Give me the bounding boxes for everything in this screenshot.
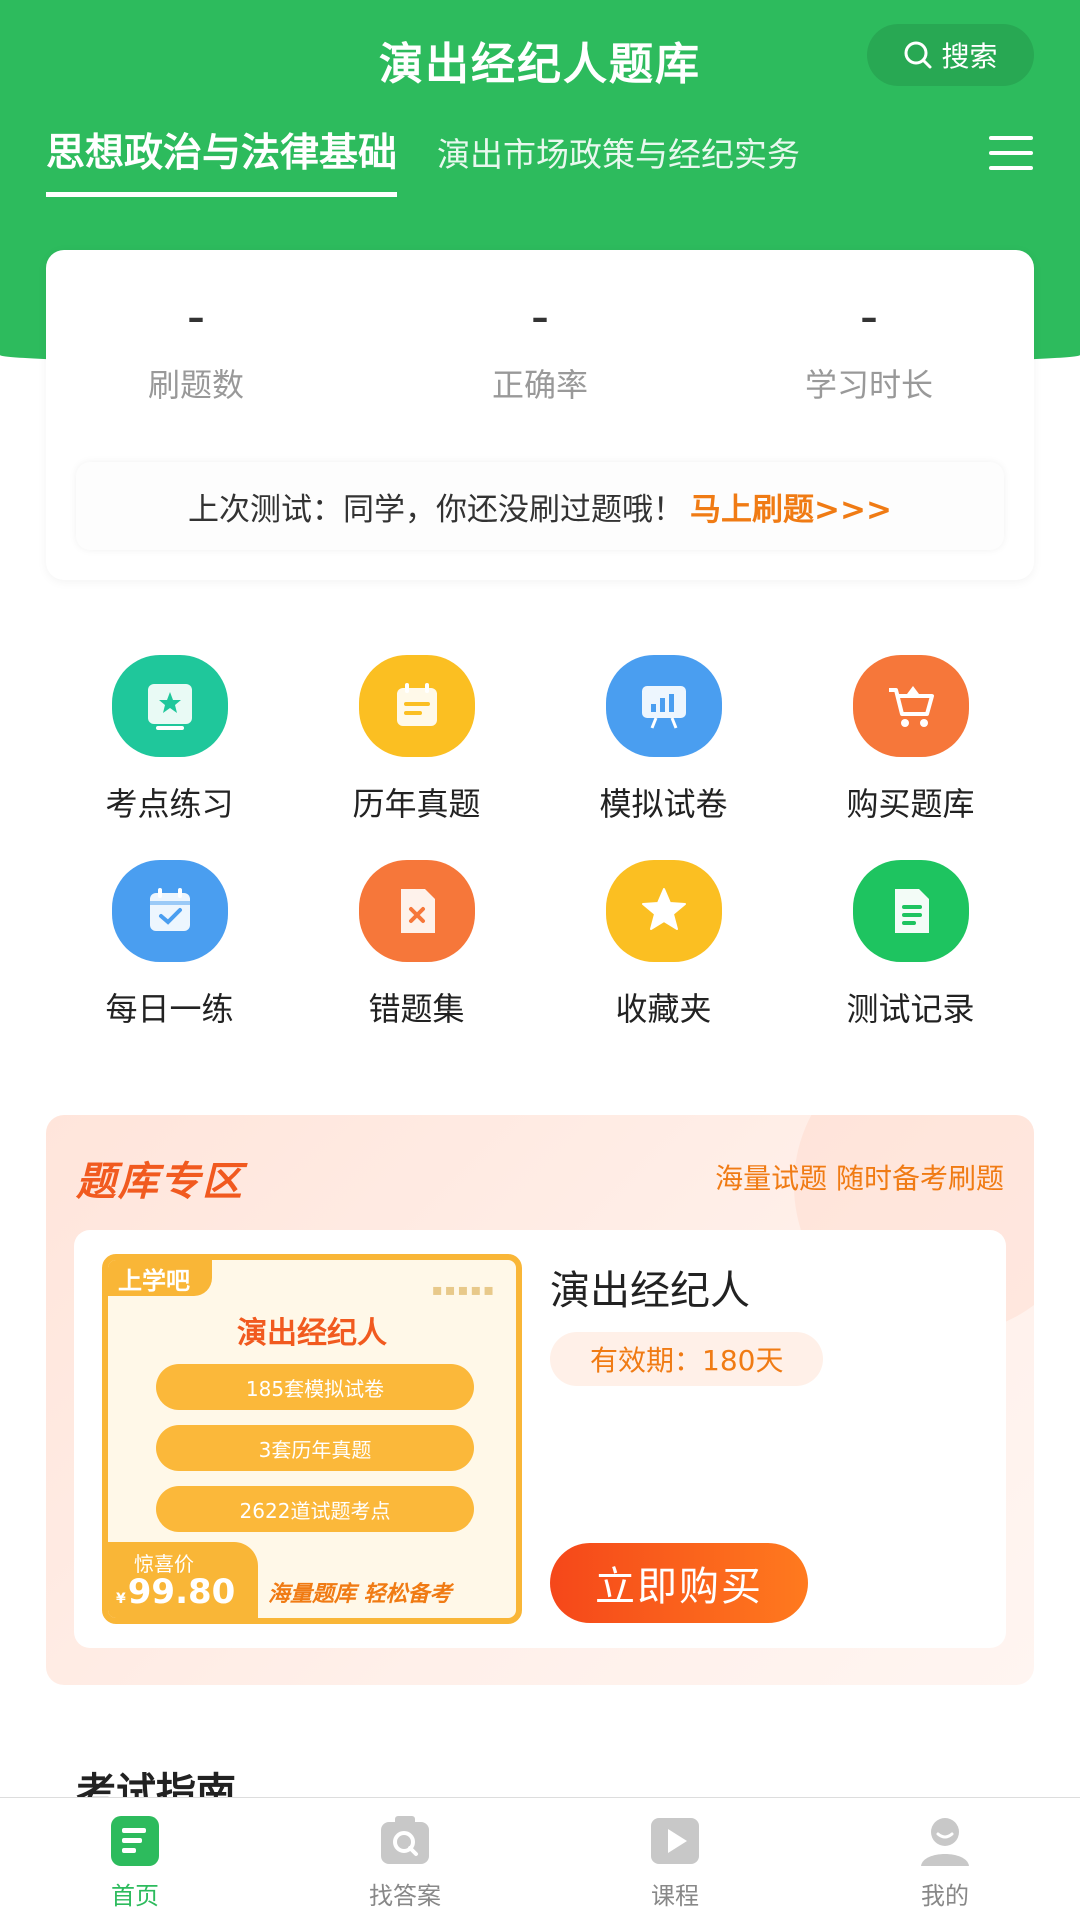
search-label: 搜索 [941,40,998,73]
cover-feature-pill: 2622道试题考点 [156,1486,474,1532]
grid-item-daily-practice[interactable]: 每日一练 [46,860,293,1065]
nav-label: 首页 [111,1882,159,1910]
search-answer-icon [381,1816,429,1864]
feature-grid: 考点练习 历年真题 模拟试卷 购买题库 每日一练 错题集 收藏夹 测试记录 [46,655,1034,1065]
zone-subtitle: 海量试题 随时备考刷题 [715,1162,1004,1195]
nav-find-answers[interactable]: 找答案 [270,1798,540,1920]
search-icon [904,41,932,69]
grid-item-wrong-questions[interactable]: 错题集 [293,860,540,1065]
stat-label: 正确率 [491,366,588,404]
cover-feature-pill: 3套历年真题 [156,1425,474,1471]
price-value: 99.80 [127,1572,236,1612]
grid-item-past-exams[interactable]: 历年真题 [293,655,540,860]
cover-feature-pill: 185套模拟试卷 [156,1364,474,1410]
calendar-check-icon [111,860,228,962]
buy-now-button[interactable]: 立即购买 [550,1543,808,1623]
grid-item-test-records[interactable]: 测试记录 [787,860,1034,1065]
cover-title: 演出经纪人 [237,1316,387,1351]
grid-item-favorites[interactable]: 收藏夹 [540,860,787,1065]
zone-title: 题库专区 [76,1159,244,1205]
grid-label: 购买题库 [846,785,975,823]
subject-tabs: 思想政治与法律基础 演出市场政策与经纪实务 [46,128,840,197]
grid-label: 考点练习 [105,785,234,823]
nav-courses[interactable]: 课程 [540,1798,810,1920]
question-bank-zone: 题库专区 海量试题 随时备考刷题 上学吧 ▪▪▪▪▪ 演出经纪人 185套模拟试… [46,1115,1034,1685]
stat-value: – [531,298,549,338]
home-doc-icon [111,1816,159,1866]
nav-home[interactable]: 首页 [0,1798,270,1920]
calendar-doc-icon [358,655,475,757]
grid-item-key-points[interactable]: 考点练习 [46,655,293,860]
user-icon [921,1818,969,1866]
cart-icon [852,655,969,757]
stat-accuracy: – 正确率 [390,298,690,406]
presentation-icon [605,655,722,757]
grid-item-mock-papers[interactable]: 模拟试卷 [540,655,787,860]
bottom-nav: 首页 找答案 课程 我的 [0,1797,1080,1920]
cover-dots: ▪▪▪▪▪ [431,1280,496,1299]
grid-label: 错题集 [368,990,465,1028]
product-title: 演出经纪人 [550,1268,750,1314]
validity-badge: 有效期：180天 [550,1332,824,1386]
star-icon [605,860,722,962]
start-practice-link[interactable]: 马上刷题>>> [690,484,892,529]
video-play-icon [651,1818,699,1864]
cover-slogan: 海量题库 轻松备考 [268,1582,452,1607]
document-icon [852,860,969,962]
cover-price: ¥99.80 [116,1572,235,1612]
nav-profile[interactable]: 我的 [810,1798,1080,1920]
nav-label: 课程 [651,1882,699,1910]
nav-label: 我的 [921,1882,969,1910]
stat-label: 学习时长 [804,366,933,404]
nav-label: 找答案 [369,1882,441,1910]
search-button[interactable]: 搜索 [867,24,1034,86]
star-board-icon [111,655,228,757]
tab-market-policy[interactable]: 演出市场政策与经纪实务 [437,128,800,190]
stat-study-time: – 学习时长 [719,298,1019,406]
stat-value: – [860,298,878,338]
grid-label: 收藏夹 [615,990,712,1028]
menu-icon[interactable] [989,136,1033,170]
product-card[interactable]: 上学吧 ▪▪▪▪▪ 演出经纪人 185套模拟试卷 3套历年真题 2622道试题考… [74,1230,1006,1648]
grid-label: 每日一练 [105,990,234,1028]
cover-price-box: 惊喜价 ¥99.80 [108,1542,258,1618]
tab-politics-law[interactable]: 思想政治与法律基础 [46,122,398,197]
wrong-doc-icon [358,860,475,962]
grid-item-buy-bank[interactable]: 购买题库 [787,655,1034,860]
stat-question-count: – 刷题数 [46,298,346,406]
grid-label: 测试记录 [846,990,975,1028]
product-cover: 上学吧 ▪▪▪▪▪ 演出经纪人 185套模拟试卷 3套历年真题 2622道试题考… [102,1254,522,1624]
stat-value: – [187,298,205,338]
currency-symbol: ¥ [116,1591,126,1607]
stat-label: 刷题数 [147,366,244,404]
grid-label: 历年真题 [352,785,481,823]
last-test-bar: 上次测试：同学，你还没刷过题哦！ 马上刷题>>> [76,462,1004,550]
stats-card: – 刷题数 – 正确率 – 学习时长 上次测试：同学，你还没刷过题哦！ 马上刷题… [46,250,1034,580]
brand-logo: 上学吧 [108,1260,212,1296]
last-test-text: 上次测试：同学，你还没刷过题哦！ [188,491,685,528]
grid-label: 模拟试卷 [599,785,728,823]
